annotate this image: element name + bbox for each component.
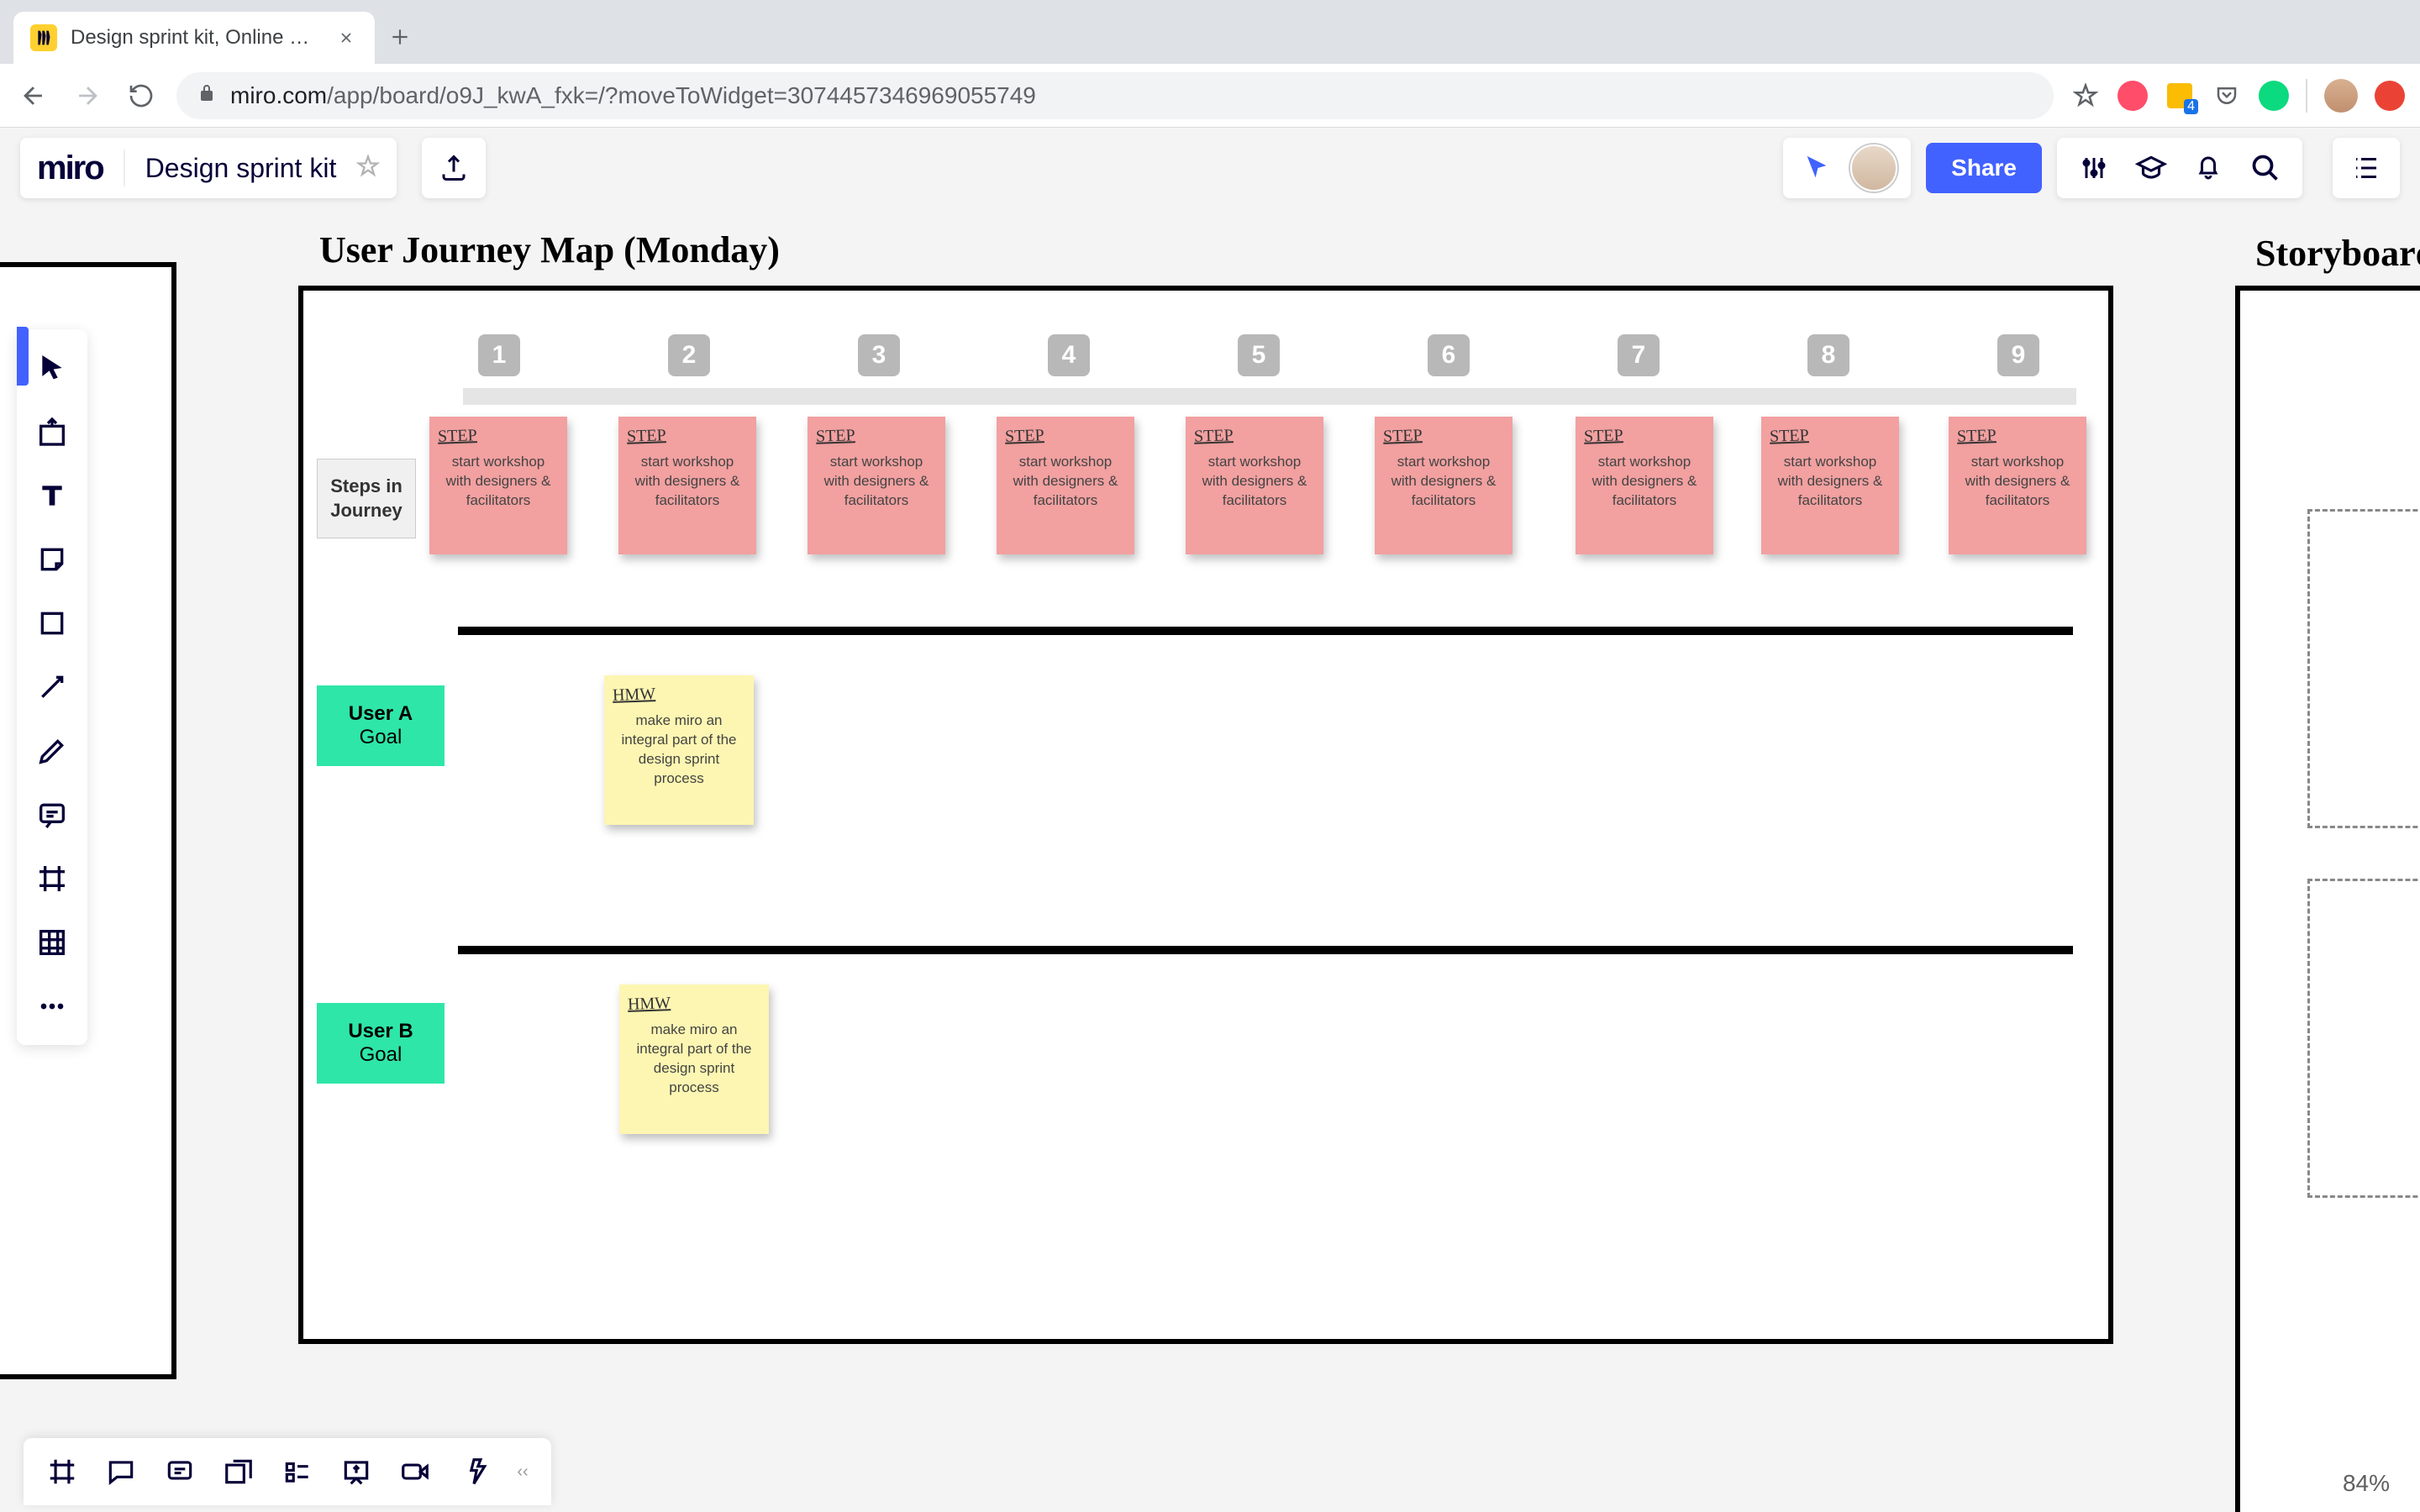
extension-pin-1[interactable]	[2118, 81, 2148, 111]
step-number[interactable]: 4	[1048, 334, 1090, 376]
step-sticky[interactable]: STEPstart workshop with designers & faci…	[618, 417, 756, 554]
step-numbers-row: 1 2 3 4 5 6 7 8 9	[478, 334, 2039, 376]
extension-badge[interactable]: 4	[2165, 81, 2195, 111]
steps-in-journey-label[interactable]: Steps in Journey	[317, 459, 416, 538]
extension-pin-2[interactable]	[2259, 81, 2289, 111]
pen-tool[interactable]	[22, 721, 82, 781]
step-number[interactable]: 1	[478, 334, 520, 376]
board-title-card: miro Design sprint kit	[20, 138, 397, 198]
screen-share[interactable]	[329, 1445, 383, 1499]
profile-avatar[interactable]	[2324, 79, 2358, 113]
step-sticky[interactable]: STEPstart workshop with designers & faci…	[997, 417, 1134, 554]
chat-panel[interactable]	[153, 1445, 207, 1499]
activity-button[interactable]	[2333, 138, 2400, 198]
comments-panel[interactable]	[94, 1445, 148, 1499]
pocket-icon[interactable]	[2212, 81, 2242, 111]
browser-chrome: Design sprint kit, Online Whitel miro.co…	[0, 0, 2420, 128]
user-b-goal-label[interactable]: User B Goal	[317, 1003, 445, 1084]
video-chat[interactable]	[388, 1445, 442, 1499]
left-toolbar	[17, 329, 87, 1045]
text-tool[interactable]	[22, 465, 82, 526]
url-field[interactable]: miro.com/app/board/o9J_kwA_fxk=/?moveToW…	[176, 72, 2054, 119]
hmw-sticky-a[interactable]: HMW make miro an integral part of the de…	[604, 675, 754, 825]
step-number[interactable]: 2	[668, 334, 710, 376]
canvas[interactable]: ‹‹ 84% User Journey Map (Monday) Storybo…	[0, 212, 2420, 1512]
storyboard-placeholder[interactable]	[2307, 879, 2420, 1198]
hmw-sticky-b[interactable]: HMW make miro an integral part of the de…	[619, 984, 769, 1134]
voting-panel[interactable]	[271, 1445, 324, 1499]
step-number[interactable]: 3	[858, 334, 900, 376]
tab-bar: Design sprint kit, Online Whitel	[0, 0, 2420, 64]
favorite-star-icon[interactable]	[356, 155, 380, 182]
step-sticky[interactable]: STEPstart workshop with designers & faci…	[1949, 417, 2086, 554]
search-icon[interactable]	[2245, 148, 2286, 188]
step-number[interactable]: 8	[1807, 334, 1849, 376]
bottom-toolbar: ‹‹	[24, 1438, 551, 1505]
close-icon[interactable]	[334, 26, 358, 50]
step-sticky[interactable]: STEPstart workshop with designers & faci…	[1576, 417, 1713, 554]
collaborators-card	[1783, 138, 1911, 198]
url-host: miro.com	[230, 82, 327, 108]
board-name[interactable]: Design sprint kit	[145, 153, 337, 184]
header-actions-card	[2057, 138, 2302, 198]
new-tab-button[interactable]	[380, 17, 420, 57]
frames-panel[interactable]	[35, 1445, 89, 1499]
collaborator-cursor-icon[interactable]	[1797, 148, 1837, 188]
url-path: /app/board/o9J_kwA_fxk=/?moveToWidget=30…	[327, 82, 1036, 108]
share-button[interactable]: Share	[1926, 143, 2042, 193]
comment-tool[interactable]	[22, 785, 82, 845]
zoom-level[interactable]: 84%	[2343, 1470, 2390, 1497]
shape-tool[interactable]	[22, 593, 82, 654]
line-tool[interactable]	[22, 657, 82, 717]
sticky-note-tool[interactable]	[22, 529, 82, 590]
user-a-goal-label[interactable]: User A Goal	[317, 685, 445, 766]
main-frame[interactable]: 1 2 3 4 5 6 7 8 9 Steps in Journey STEPs…	[298, 286, 2113, 1344]
frame-title-storyboard[interactable]: Storyboard	[2255, 232, 2420, 275]
reload-button[interactable]	[123, 77, 160, 114]
step-sticky[interactable]: STEPstart workshop with designers & faci…	[808, 417, 945, 554]
learn-icon[interactable]	[2131, 148, 2171, 188]
browser-tab[interactable]: Design sprint kit, Online Whitel	[13, 12, 375, 64]
step-sticky[interactable]: STEPstart workshop with designers & faci…	[1186, 417, 1323, 554]
miro-favicon	[30, 24, 57, 51]
cards-panel[interactable]	[212, 1445, 266, 1499]
step-sticky[interactable]: STEPstart workshop with designers & faci…	[1375, 417, 1512, 554]
notifications-icon[interactable]	[2188, 148, 2228, 188]
step-number[interactable]: 7	[1618, 334, 1660, 376]
step-number[interactable]: 9	[1997, 334, 2039, 376]
step-number[interactable]: 5	[1238, 334, 1280, 376]
app-header: miro Design sprint kit Share	[0, 128, 2420, 212]
collaborator-avatar[interactable]	[1850, 144, 1897, 192]
settings-icon[interactable]	[2074, 148, 2114, 188]
star-icon[interactable]	[2070, 81, 2101, 111]
storyboard-placeholder[interactable]	[2307, 509, 2420, 828]
divider[interactable]	[458, 627, 2073, 635]
storyboard-frame[interactable]	[2235, 286, 2420, 1512]
step-stickies-row: STEPstart workshop with designers & faci…	[429, 417, 2086, 554]
select-tool[interactable]	[22, 338, 82, 398]
collapse-toolbar[interactable]: ‹‹	[506, 1445, 539, 1499]
timer[interactable]	[447, 1445, 501, 1499]
divider[interactable]	[458, 946, 2073, 954]
step-sticky[interactable]: STEPstart workshop with designers & faci…	[429, 417, 567, 554]
frame-tool[interactable]	[22, 848, 82, 909]
extension-pin-3[interactable]	[2375, 81, 2405, 111]
back-button[interactable]	[15, 77, 52, 114]
lock-icon	[197, 82, 217, 109]
forward-button[interactable]	[69, 77, 106, 114]
address-bar-icons: 4	[2070, 79, 2405, 113]
gray-track	[463, 388, 2076, 405]
templates-tool[interactable]	[22, 402, 82, 462]
export-button[interactable]	[422, 138, 486, 198]
more-tools[interactable]	[22, 976, 82, 1037]
grid-tool[interactable]	[22, 912, 82, 973]
step-sticky[interactable]: STEPstart workshop with designers & faci…	[1761, 417, 1899, 554]
step-number[interactable]: 6	[1428, 334, 1470, 376]
address-bar: miro.com/app/board/o9J_kwA_fxk=/?moveToW…	[0, 64, 2420, 128]
tab-title: Design sprint kit, Online Whitel	[71, 26, 321, 50]
frame-title-ujm[interactable]: User Journey Map (Monday)	[319, 228, 780, 271]
miro-logo[interactable]: miro	[37, 150, 103, 187]
